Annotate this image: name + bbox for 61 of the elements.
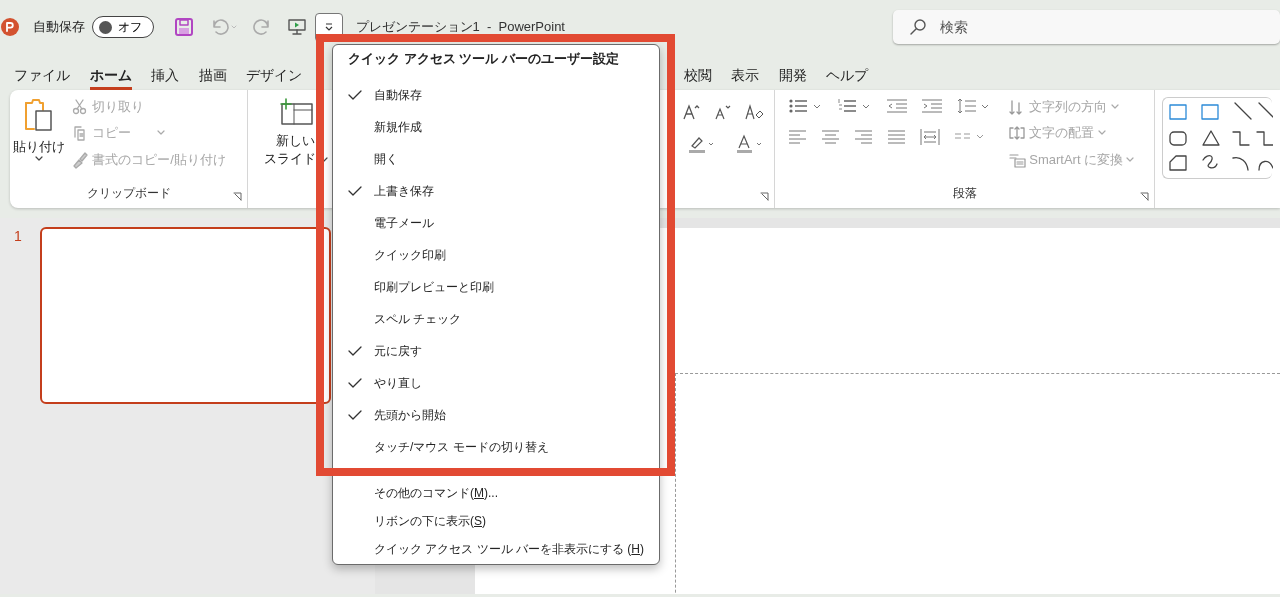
check-icon	[348, 377, 362, 389]
caret-icon	[1097, 130, 1106, 136]
ribbon-tab[interactable]: 表示	[731, 65, 759, 90]
caret-icon	[1126, 156, 1135, 163]
document-title: プレゼンテーション1 - PowerPoint	[355, 18, 565, 37]
autosave-label: 自動保存	[33, 18, 85, 37]
ribbon-tab[interactable]: ヘルプ	[826, 65, 868, 90]
menu-item[interactable]: リボンの下に表示(S)	[333, 507, 659, 535]
menu-item[interactable]: 電子メール	[333, 207, 659, 239]
powerpoint-logo	[0, 17, 20, 37]
brush-icon	[71, 150, 89, 169]
new-slide-icon	[277, 97, 314, 126]
caret-icon	[35, 156, 43, 162]
menu-title: クイック アクセス ツール バーのユーザー設定	[347, 50, 620, 68]
font-color-icon[interactable]	[735, 134, 764, 154]
menu-item[interactable]: 開く	[333, 143, 659, 175]
menu-item[interactable]: タッチ/マウス モードの切り替え	[333, 431, 659, 463]
dialog-launcher-icon[interactable]	[760, 192, 769, 201]
group-label: クリップボード	[85, 184, 172, 202]
ribbon-tab[interactable]: 校閲	[683, 65, 712, 90]
menu-item[interactable]: その他のコマンド(M)...	[333, 479, 659, 507]
menu-item[interactable]: 印刷プレビューと印刷	[333, 271, 659, 303]
ribbon-tab[interactable]: ファイル	[14, 65, 70, 90]
slide-number: 1	[14, 227, 22, 246]
paste-button[interactable]: 貼り付け	[10, 96, 68, 184]
ribbon-tab[interactable]: 開発	[778, 65, 807, 90]
caret-icon	[1110, 103, 1119, 110]
check-icon	[348, 409, 362, 421]
menu-item[interactable]: やり直し	[333, 367, 659, 399]
group-label: 段落	[951, 184, 978, 202]
scissors-icon	[71, 97, 89, 116]
ribbon-tab[interactable]: 描画	[198, 65, 227, 90]
clipboard-icon	[23, 97, 55, 132]
grow-font-icon[interactable]	[681, 103, 700, 121]
check-icon	[348, 345, 362, 357]
menu-item[interactable]: 自動保存	[333, 79, 659, 111]
new-slide-button[interactable]: 新しい スライド	[261, 96, 331, 208]
distributed-icon[interactable]	[920, 127, 940, 146]
menu-item[interactable]: 元に戻す	[333, 335, 659, 367]
dialog-launcher-icon[interactable]	[1140, 192, 1149, 201]
ribbon-tab[interactable]: 挿入	[151, 65, 179, 90]
menu-item[interactable]: スペル チェック	[333, 303, 659, 335]
ribbon-tab[interactable]: デザイン	[246, 65, 302, 90]
menu-item[interactable]: 新規作成	[333, 111, 659, 143]
text-align-icon	[1008, 124, 1026, 142]
menu-item[interactable]: クイック アクセス ツール バーを非表示にする (H)	[333, 535, 659, 563]
check-icon	[348, 185, 362, 197]
menu-item[interactable]: 先頭から開始	[333, 399, 659, 431]
autosave-toggle[interactable]: オフ	[91, 16, 154, 38]
dialog-launcher-icon[interactable]	[233, 192, 242, 201]
save-icon[interactable]	[174, 17, 194, 37]
shapes-gallery[interactable]	[1161, 96, 1272, 179]
clear-formatting-icon[interactable]	[743, 103, 764, 121]
slideshow-icon[interactable]	[287, 17, 307, 37]
search-icon	[909, 18, 927, 36]
shrink-font-icon[interactable]	[712, 103, 731, 121]
check-icon	[348, 89, 362, 101]
slide-thumbnail[interactable]	[40, 227, 331, 404]
menu-item[interactable]: クイック印刷	[333, 239, 659, 271]
search-field[interactable]: 検索	[893, 10, 1280, 44]
menu-item[interactable]: 上書き保存	[333, 175, 659, 207]
